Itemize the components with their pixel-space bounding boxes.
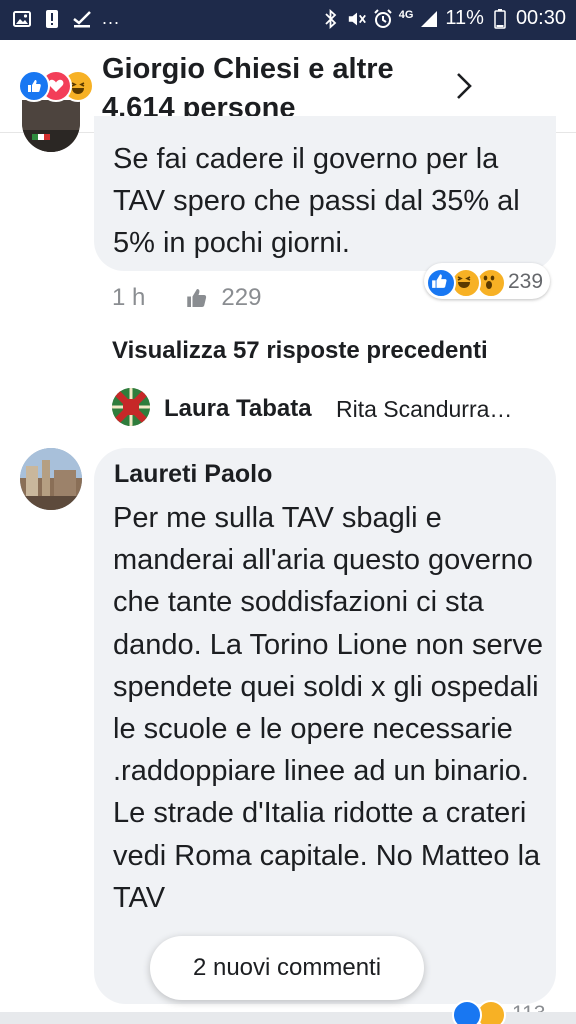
avatar[interactable] <box>22 100 80 152</box>
reply-avatar <box>112 388 150 426</box>
new-comments-button[interactable]: 2 nuovi commenti <box>150 936 424 1000</box>
comment-time: 1 h <box>112 284 146 311</box>
download-done-icon <box>72 9 92 29</box>
reactions-summary <box>18 70 98 102</box>
reaction-count: 239 <box>508 270 544 293</box>
comment-reactions[interactable]: 239 <box>424 263 550 299</box>
reply-preview[interactable]: Laura Tabata Rita Scandurra… <box>112 388 552 428</box>
like-reaction-icon <box>426 268 456 298</box>
comment-meta: 1 h 229 <box>112 283 261 313</box>
status-bar: ... 4G 11% 00:30 <box>0 0 576 40</box>
battery-icon <box>490 8 510 29</box>
image-icon <box>12 9 32 29</box>
avatar[interactable] <box>20 448 82 510</box>
like-reaction-icon <box>18 70 50 102</box>
alert-icon <box>42 9 62 29</box>
thumbs-up-icon[interactable] <box>185 286 209 310</box>
alarm-icon <box>373 8 393 29</box>
clock: 00:30 <box>515 7 566 29</box>
comment-author[interactable]: Laureti Paolo <box>114 460 272 489</box>
like-count: 229 <box>221 284 262 311</box>
bluetooth-icon <box>321 8 341 29</box>
reply-author[interactable]: Laura Tabata <box>164 395 312 423</box>
comment-text: Se fai cadere il governo per la TAV sper… <box>113 143 520 259</box>
network-type: 4G <box>398 8 414 21</box>
chevron-right-icon[interactable] <box>452 70 476 102</box>
more-notifications: ... <box>102 8 121 28</box>
signal-icon <box>419 9 439 29</box>
like-reaction-icon <box>452 1000 482 1024</box>
mute-icon <box>347 9 367 29</box>
reply-text: Rita Scandurra… <box>336 396 513 422</box>
view-previous-replies-link[interactable]: Visualizza 57 risposte precedenti <box>112 337 488 365</box>
comment-text: Per me sulla TAV sbagli e manderai all'a… <box>113 502 543 914</box>
battery-percent: 11% <box>445 7 484 29</box>
